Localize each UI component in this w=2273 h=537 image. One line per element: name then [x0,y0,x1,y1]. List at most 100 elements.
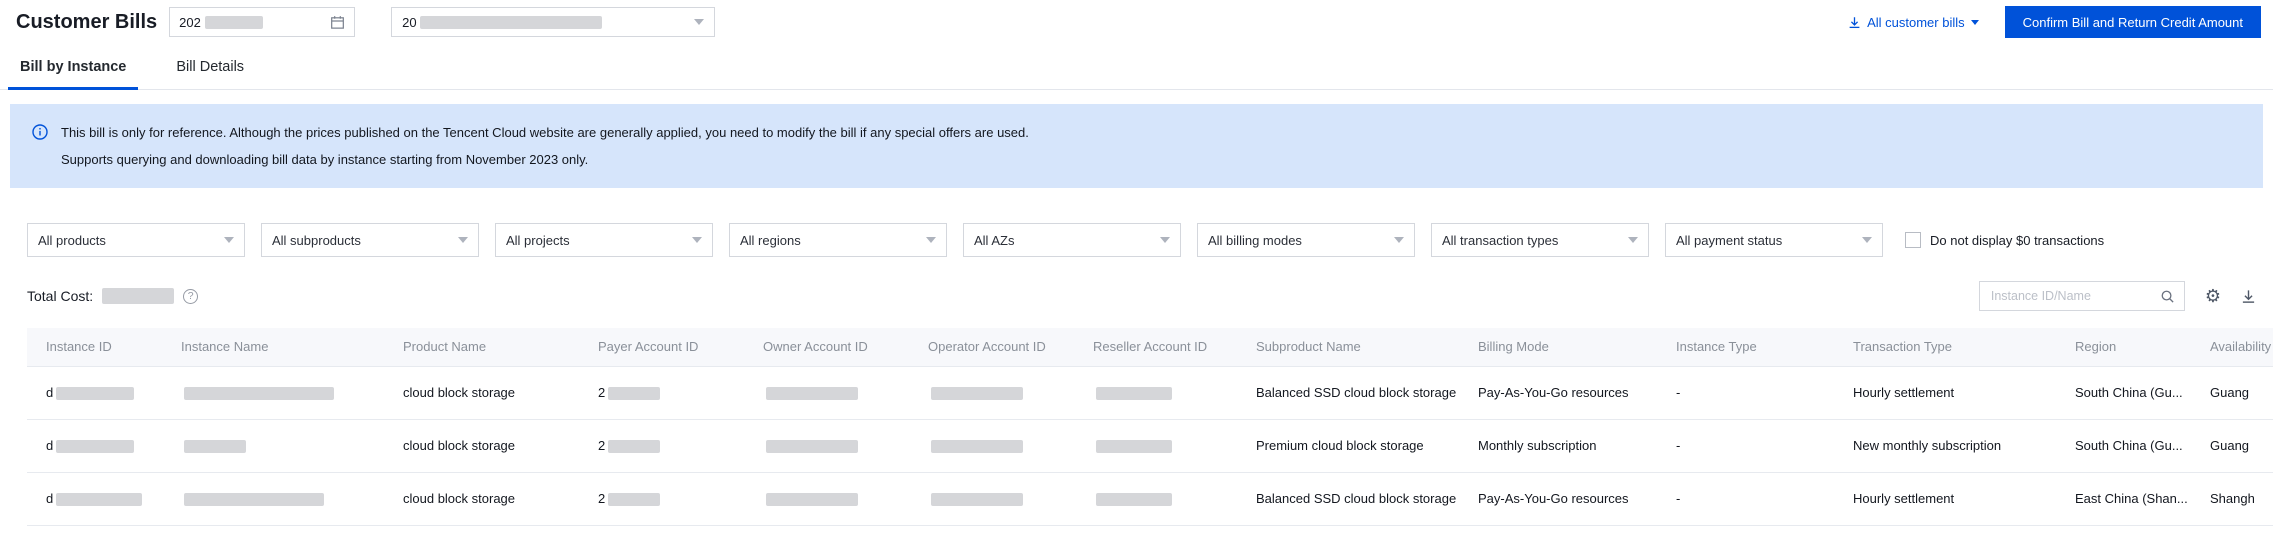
filter-projects-select[interactable]: All projects [495,223,713,257]
cell-instance-name [162,419,384,473]
search-icon[interactable] [2160,289,2175,304]
info-icon [32,124,48,140]
billing-month-picker[interactable]: 202 [169,7,356,37]
cell-reseller-account-id [1074,419,1237,473]
redacted-value [931,493,1023,507]
col-payer-account-id: Payer Account ID [579,328,744,367]
redacted-date-value [204,15,263,29]
chevron-down-icon [1628,237,1638,243]
cell-instance-name [162,472,384,526]
redacted-customer-value [419,15,602,29]
filter-products-value: All products [38,232,106,248]
cell-subproduct-name: Balanced SSD cloud block storage [1237,366,1459,420]
redacted-value [184,440,246,454]
filter-regions-value: All regions [740,232,801,248]
filter-payment-status-select[interactable]: All payment status [1665,223,1883,257]
filter-billing-modes-value: All billing modes [1208,232,1302,248]
col-instance-id: Instance ID [27,328,162,367]
redacted-value [1096,440,1172,454]
cell-instance-type: - [1657,472,1834,526]
chevron-down-icon [694,19,705,25]
download-table-icon[interactable] [2241,289,2256,304]
col-region: Region [2056,328,2191,367]
search-input[interactable] [1988,288,2154,304]
cell-operator-account-id [909,366,1074,420]
cell-region: South China (Gu... [2056,366,2191,420]
filter-billing-modes-select[interactable]: All billing modes [1197,223,1415,257]
table-row: d cloud block storage 2 Premium cloud bl… [27,419,2273,473]
checkbox-box [1905,232,1921,248]
cell-billing-mode: Monthly subscription [1459,419,1657,473]
cell-product-name: cloud block storage [384,472,579,526]
redacted-value [766,493,858,507]
col-reseller-account-id: Reseller Account ID [1074,328,1237,367]
filter-payment-status-value: All payment status [1676,232,1783,248]
billing-month-value: 202 [179,14,201,30]
search-box [1978,281,2185,311]
cell-operator-account-id [909,472,1074,526]
cell-product-name: cloud block storage [384,419,579,473]
help-icon[interactable]: ? [183,288,199,304]
payer-id-prefix: 2 [598,437,606,453]
cell-instance-id: d [27,366,162,420]
redacted-value [1096,387,1172,401]
banner-text: This bill is only for reference. Althoug… [61,119,1029,173]
chevron-down-icon [458,237,468,243]
bills-table: Instance ID Instance Name Product Name P… [27,328,2273,526]
cell-owner-account-id [744,472,909,526]
summary-row: Total Cost: ? ⚙ [27,281,2256,311]
cell-owner-account-id [744,366,909,420]
cell-reseller-account-id [1074,472,1237,526]
page-title: Customer Bills [16,10,158,33]
redacted-value [608,440,661,454]
cell-region: East China (Shan... [2056,472,2191,526]
customer-account-value: 20 [402,14,417,30]
cell-product-name: cloud block storage [384,366,579,420]
chevron-down-icon [1394,237,1404,243]
redacted-value [56,440,135,454]
cell-instance-id: d [27,419,162,473]
confirm-bill-button[interactable]: Confirm Bill and Return Credit Amount [2004,6,2261,38]
redacted-value [931,387,1023,401]
col-billing-mode: Billing Mode [1459,328,1657,367]
hide-zero-transactions-checkbox[interactable]: Do not display $0 transactions [1905,232,2104,248]
cell-instance-name [162,366,384,420]
col-operator-account-id: Operator Account ID [909,328,1074,367]
filter-products-select[interactable]: All products [27,223,245,257]
filter-projects-value: All projects [506,232,570,248]
page-header: Customer Bills 202 20 All customer bills… [0,0,2273,44]
cell-reseller-account-id [1074,366,1237,420]
tab-bill-by-instance[interactable]: Bill by Instance [7,44,139,90]
col-product-name: Product Name [384,328,579,367]
redacted-value [56,493,143,507]
cell-billing-mode: Pay-As-You-Go resources [1459,472,1657,526]
checkbox-label: Do not display $0 transactions [1930,232,2105,248]
chevron-down-icon [224,237,234,243]
redacted-value [184,387,334,401]
cell-owner-account-id [744,419,909,473]
col-subproduct-name: Subproduct Name [1237,328,1459,367]
all-customer-bills-link[interactable]: All customer bills [1848,15,1979,30]
col-instance-type: Instance Type [1657,328,1834,367]
all-customer-bills-label: All customer bills [1867,14,1965,30]
cell-instance-type: - [1657,366,1834,420]
instance-id-prefix: d [46,437,54,453]
banner-line-2: Supports querying and downloading bill d… [61,152,589,167]
cell-billing-mode: Pay-As-You-Go resources [1459,366,1657,420]
cell-instance-id: d [27,472,162,526]
chevron-down-icon [926,237,936,243]
header-actions: All customer bills Confirm Bill and Retu… [1848,6,2261,38]
cell-transaction-type: New monthly subscription [1834,419,2056,473]
filter-azs-select[interactable]: All AZs [963,223,1181,257]
chevron-down-icon [692,237,702,243]
settings-gear-icon[interactable]: ⚙ [2205,287,2221,305]
filter-subproducts-value: All subproducts [272,232,361,248]
instance-id-prefix: d [46,490,54,506]
filter-subproducts-select[interactable]: All subproducts [261,223,479,257]
col-instance-name: Instance Name [162,328,384,367]
filter-azs-value: All AZs [974,232,1015,248]
filter-regions-select[interactable]: All regions [729,223,947,257]
customer-account-select[interactable]: 20 [391,7,716,37]
tab-bill-details[interactable]: Bill Details [172,44,248,89]
filter-transaction-types-select[interactable]: All transaction types [1431,223,1649,257]
